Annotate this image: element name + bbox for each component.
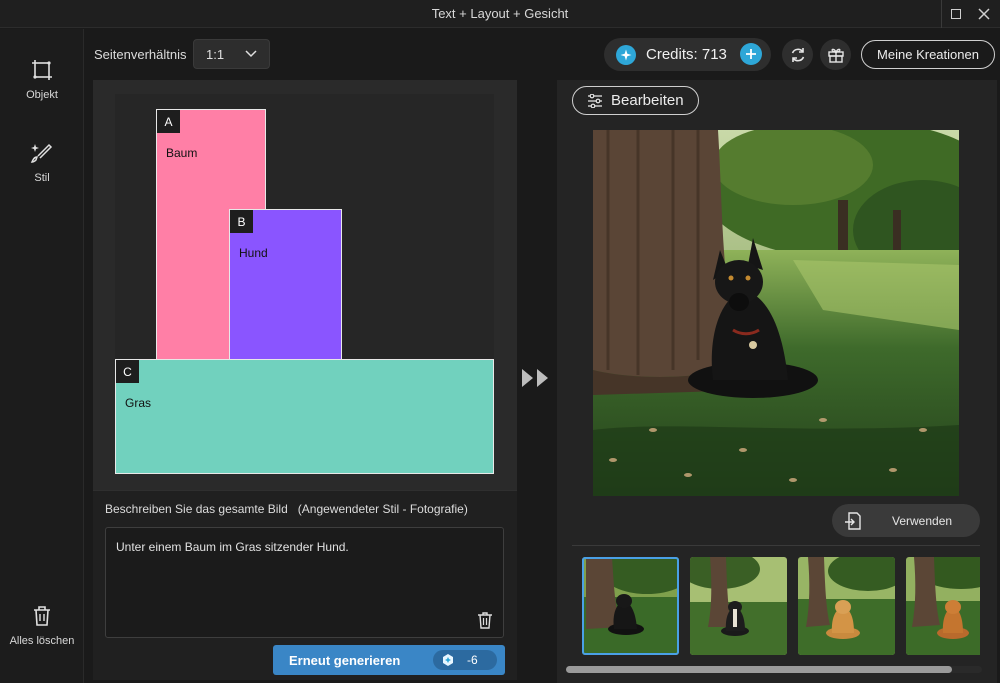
use-button[interactable]: Verwenden <box>832 504 980 537</box>
region-tag: C <box>116 360 139 383</box>
clear-prompt-icon[interactable] <box>475 610 495 630</box>
close-button[interactable] <box>970 0 998 28</box>
edit-button[interactable]: Bearbeiten <box>572 86 699 115</box>
divider <box>572 545 980 546</box>
trash-icon <box>34 606 50 626</box>
region-label: Hund <box>239 246 268 260</box>
rail-item-label: Stil <box>34 172 50 184</box>
use-label: Verwenden <box>892 513 953 528</box>
sliders-icon <box>588 93 602 108</box>
gift-button[interactable] <box>820 39 851 70</box>
chevron-down-icon <box>245 50 257 58</box>
edit-label: Bearbeiten <box>611 92 684 109</box>
thumbnail-photo <box>906 557 980 655</box>
thumbnail-2[interactable] <box>690 557 787 655</box>
region-label: Baum <box>166 146 198 160</box>
maximize-button[interactable] <box>941 0 969 28</box>
generated-image[interactable] <box>593 130 959 496</box>
region-b[interactable]: B Hund <box>229 209 342 360</box>
region-tag: A <box>157 110 180 133</box>
double-arrow-icon <box>522 369 548 387</box>
thumbnail-3[interactable] <box>798 557 895 655</box>
rail-item-objekt[interactable]: Objekt <box>0 57 84 101</box>
region-label: Gras <box>125 396 152 410</box>
dog-under-tree-photo <box>593 130 959 496</box>
aspect-ratio-label: Seitenverhältnis <box>94 47 187 62</box>
credits-label: Credits: 713 <box>646 46 727 63</box>
thumbnail-photo <box>582 557 679 655</box>
cost-value: -6 <box>467 653 478 667</box>
credit-gem-icon <box>616 44 636 65</box>
prompt-textarea[interactable]: Unter einem Baum im Gras sitzender Hund. <box>105 527 504 638</box>
prompt-heading: Beschreiben Sie das gesamte Bild (Angewe… <box>105 502 468 516</box>
brush-sparkle-icon <box>30 143 53 163</box>
regenerate-label: Erneut generieren <box>289 652 401 668</box>
thumbnail-photo <box>690 557 787 655</box>
region-tag: B <box>230 210 253 233</box>
aspect-ratio-select[interactable]: 1:1 <box>193 39 270 69</box>
import-icon <box>845 511 861 530</box>
close-icon <box>978 8 990 20</box>
plus-icon <box>746 49 756 59</box>
aspect-ratio-value: 1:1 <box>206 46 225 62</box>
title-bar: Text + Layout + Gesicht <box>0 0 1000 28</box>
refresh-icon <box>791 47 804 62</box>
refresh-button[interactable] <box>782 39 813 70</box>
gift-icon <box>827 48 844 63</box>
my-creations-button[interactable]: Meine Kreationen <box>861 40 995 69</box>
thumbnail-1[interactable] <box>582 557 679 655</box>
rail-item-stil[interactable]: Stil <box>0 140 84 184</box>
object-crop-icon <box>32 60 52 80</box>
credit-gem-icon <box>443 654 453 666</box>
clear-all-label: Alles löschen <box>9 635 75 647</box>
clear-all-button[interactable]: Alles löschen <box>0 603 84 647</box>
thumbnail-strip <box>582 557 980 655</box>
left-rail: Objekt Stil Alles löschen <box>0 29 84 683</box>
window-title: Text + Layout + Gesicht <box>431 6 569 21</box>
thumbnail-scrollbar-thumb[interactable] <box>566 666 952 673</box>
region-c[interactable]: C Gras <box>115 359 494 474</box>
rail-item-label: Objekt <box>26 89 58 101</box>
layout-canvas[interactable]: A Baum B Hund C Gras <box>115 94 494 474</box>
thumbnail-photo <box>798 557 895 655</box>
cost-badge: -6 <box>433 650 497 670</box>
thumbnail-4[interactable] <box>906 557 980 655</box>
maximize-icon <box>950 9 961 19</box>
add-credits-button[interactable] <box>740 43 762 65</box>
